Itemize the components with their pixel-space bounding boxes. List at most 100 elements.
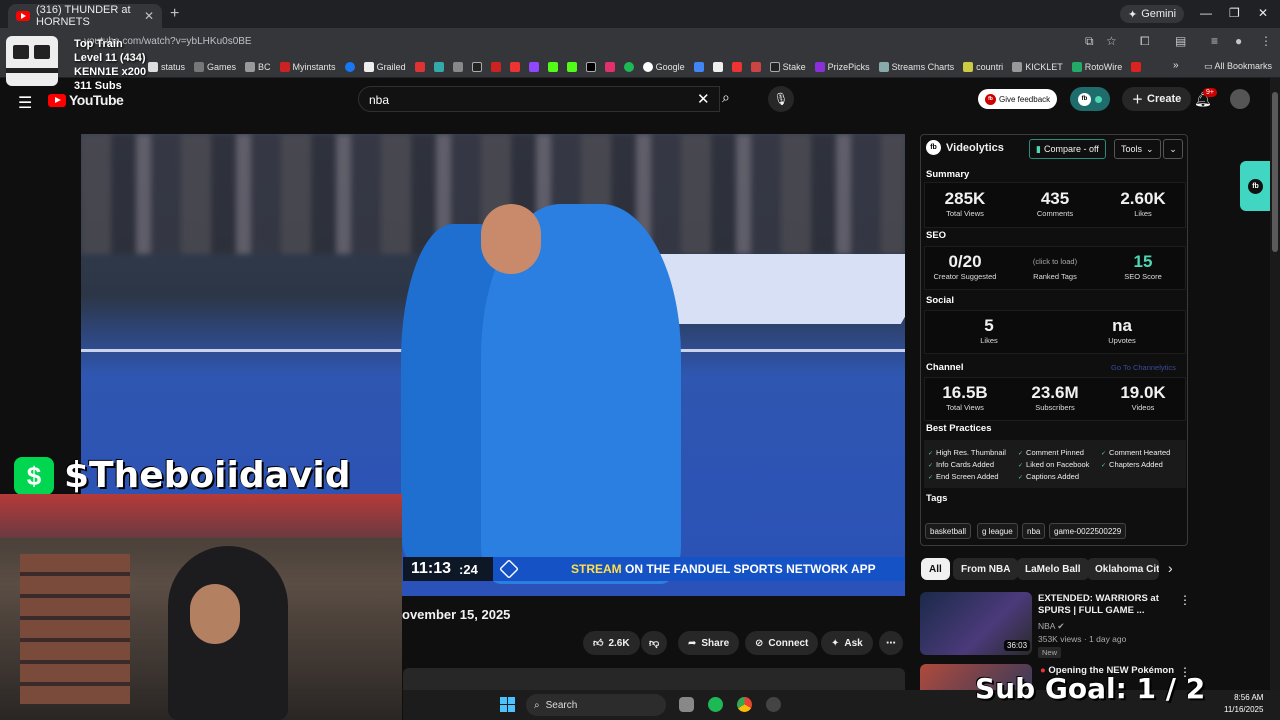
filter-chip[interactable]: LaMelo Ball: [1017, 558, 1089, 580]
search-icon[interactable]: ⌕: [722, 89, 730, 106]
bookmark-star-icon[interactable]: ☆: [1106, 34, 1117, 48]
bookmark-item[interactable]: Grailed: [363, 61, 406, 72]
gemini-label: Gemini: [1141, 8, 1177, 20]
videolytics-toggle-button[interactable]: fb: [1070, 87, 1110, 111]
bookmark-item[interactable]: Games: [194, 61, 236, 72]
connect-button[interactable]: ⊘ Connect: [745, 631, 819, 655]
bookmark-icon[interactable]: [693, 61, 704, 72]
video-title[interactable]: EXTENDED: WARRIORS at SPURS | FULL GAME …: [1038, 593, 1168, 617]
profile-icon[interactable]: ●: [1235, 34, 1242, 48]
tag-chip[interactable]: nba: [1022, 523, 1046, 539]
bookmark-item[interactable]: Stake: [769, 61, 806, 72]
more-options-icon[interactable]: ⋮: [1179, 593, 1191, 607]
bookmark-icon[interactable]: [433, 61, 444, 72]
filter-chip[interactable]: Oklahoma Cit: [1087, 558, 1159, 580]
youtube-logo[interactable]: YouTube: [48, 92, 124, 108]
bookmark-icon[interactable]: [509, 61, 520, 72]
browser-tab[interactable]: (316) THUNDER at HORNETS ✕: [8, 4, 162, 28]
spotify-icon[interactable]: [708, 697, 723, 712]
maximize-button[interactable]: ❐: [1229, 6, 1240, 20]
like-button[interactable]: 👍︎ 2.6K: [583, 631, 640, 655]
scrollbar-thumb[interactable]: [1272, 92, 1278, 252]
close-window-button[interactable]: ✕: [1258, 6, 1268, 20]
address-bar[interactable]: youtube.com/watch?v=ybLHKu0s0BE: [84, 33, 1084, 51]
tag-chip[interactable]: game-0022500229: [1049, 523, 1127, 539]
tag-chip[interactable]: g league: [977, 523, 1018, 539]
stat-ranked-tags[interactable]: (click to load) Ranked Tags: [1015, 252, 1095, 281]
bookmark-item[interactable]: Streams Charts: [878, 61, 954, 72]
bookmark-item[interactable]: PrizePicks: [814, 61, 870, 72]
gemini-icon: ✦: [1128, 8, 1138, 21]
bookmark-icon[interactable]: [566, 61, 577, 72]
bookmark-icon-facebook[interactable]: [344, 61, 355, 72]
bookmarks-bar: status Games BC Myinstants Grailed Googl…: [0, 56, 1280, 78]
videolytics-side-tab[interactable]: fb: [1240, 161, 1270, 211]
sidepanel-icon[interactable]: ▤: [1175, 34, 1186, 48]
create-button[interactable]: ＋ Create: [1122, 87, 1192, 111]
bookmark-icon-spotify[interactable]: [623, 61, 634, 72]
dislike-button[interactable]: 👎︎: [641, 631, 668, 655]
task-view-icon[interactable]: [679, 697, 694, 712]
bookmark-item[interactable]: countri: [963, 61, 1003, 72]
system-clock[interactable]: 8:56 AM 11/16/2025: [1224, 692, 1263, 716]
bookmark-icon[interactable]: [414, 61, 425, 72]
gemini-button[interactable]: ✦ Gemini: [1120, 5, 1185, 23]
bookmark-icon[interactable]: [490, 61, 501, 72]
bookmark-icon-x[interactable]: [585, 61, 596, 72]
best-practice-item: Captions Added: [1018, 472, 1079, 481]
collapse-panel-icon[interactable]: ⌄: [1163, 139, 1183, 159]
tag-chip[interactable]: basketball: [925, 523, 972, 539]
channel-name[interactable]: NBA ✔: [1038, 621, 1065, 632]
bookmark-icon[interactable]: [452, 61, 463, 72]
bookmark-icon[interactable]: [547, 61, 558, 72]
bookmark-item[interactable]: status: [148, 61, 185, 72]
bookmark-item[interactable]: KICKLET: [1012, 61, 1063, 72]
clear-search-icon[interactable]: ✕: [697, 90, 710, 108]
bookmarks-overflow-icon[interactable]: »: [1173, 60, 1179, 71]
train-stripe: [6, 68, 58, 73]
bookmark-icon[interactable]: [528, 61, 539, 72]
ask-button[interactable]: ✦ Ask: [821, 631, 873, 655]
more-actions-icon[interactable]: ⋯: [879, 631, 903, 655]
description-box[interactable]: [403, 668, 905, 690]
bookmark-icon[interactable]: [1131, 61, 1142, 72]
microphone-icon[interactable]: 🎙: [768, 86, 794, 112]
windows-start-icon[interactable]: [500, 697, 515, 712]
bookmark-icon-instagram[interactable]: [604, 61, 615, 72]
filter-chip-all[interactable]: All: [921, 558, 950, 580]
all-bookmarks[interactable]: ▭ All Bookmarks: [1204, 61, 1272, 72]
minimize-button[interactable]: —: [1200, 6, 1212, 20]
bookmark-item[interactable]: Google: [642, 61, 685, 72]
media-icon[interactable]: ≡: [1211, 34, 1218, 48]
bookmark-icon[interactable]: [750, 61, 761, 72]
avatar[interactable]: [1230, 89, 1250, 109]
share-button[interactable]: ➦ Share: [678, 631, 740, 655]
browser-menu-icon[interactable]: ⋮: [1260, 34, 1272, 48]
bookmark-icon[interactable]: [731, 61, 742, 72]
filter-chip[interactable]: From NBA: [953, 558, 1019, 580]
bookmark-icon[interactable]: [471, 61, 482, 72]
bookmark-item[interactable]: BC: [245, 61, 271, 72]
bookmark-icon[interactable]: [712, 61, 723, 72]
stat-upvotes: na Upvotes: [1108, 316, 1136, 345]
chrome-icon[interactable]: [737, 697, 752, 712]
stat-subscribers: 23.6M Subscribers: [1031, 383, 1079, 412]
taskbar-search[interactable]: ⌕ Search: [526, 694, 666, 716]
give-feedback-button[interactable]: fb Give feedback: [978, 89, 1058, 109]
tools-dropdown[interactable]: Tools ⌄: [1114, 139, 1161, 159]
bookmark-item[interactable]: RotoWire: [1071, 61, 1122, 72]
chevron-right-icon[interactable]: ›: [1168, 560, 1173, 576]
stat-creator-suggested: 0/20 Creator Suggested: [933, 252, 997, 281]
search-input[interactable]: nba: [358, 86, 720, 112]
go-to-channelytics-link[interactable]: Go To Channelytics: [1111, 363, 1176, 372]
all-bookmarks-label: All Bookmarks: [1214, 61, 1273, 71]
compare-toggle[interactable]: ▮ Compare - off: [1029, 139, 1106, 159]
install-app-icon[interactable]: ⧉: [1085, 34, 1094, 49]
extensions-icon[interactable]: ⧠: [1140, 34, 1150, 49]
hamburger-menu-icon[interactable]: ☰: [18, 93, 32, 113]
connect-label: Connect: [768, 637, 809, 649]
new-tab-button[interactable]: +: [170, 5, 179, 23]
tab-close-icon[interactable]: ✕: [144, 9, 154, 23]
app-icon[interactable]: [766, 697, 781, 712]
bookmark-item[interactable]: Myinstants: [279, 61, 336, 72]
